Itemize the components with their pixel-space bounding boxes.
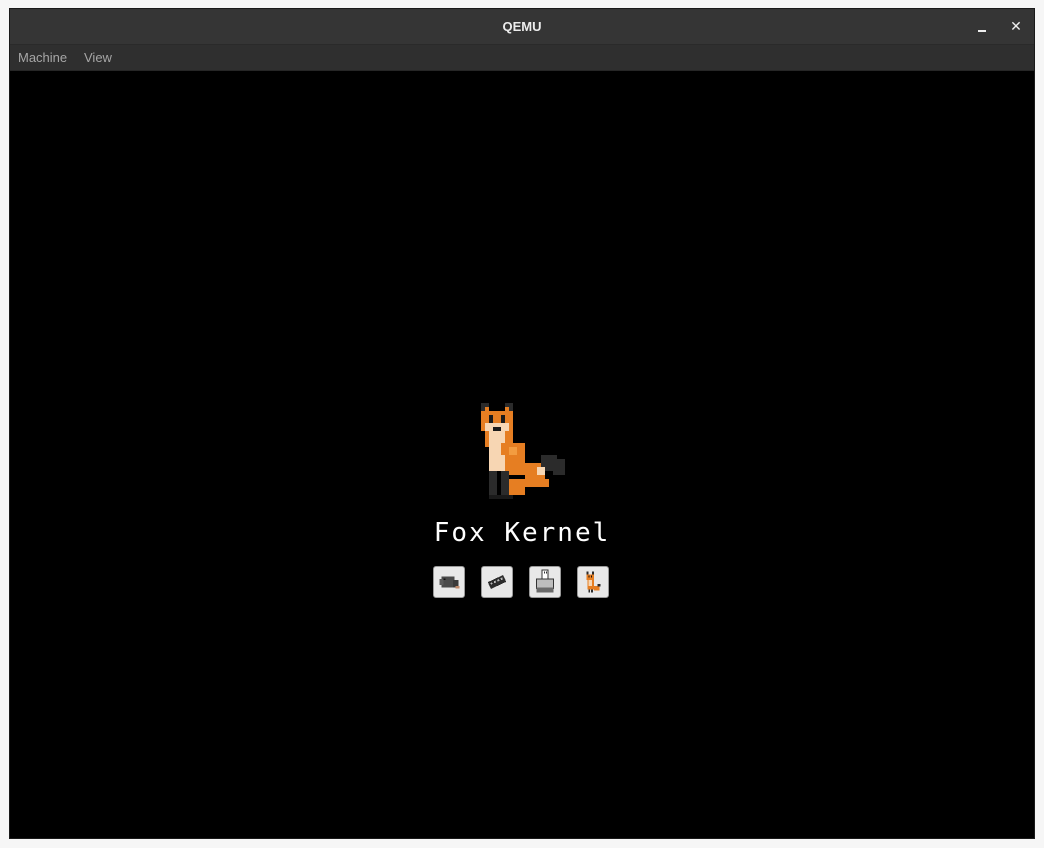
menu-bar: Machine View (10, 45, 1034, 71)
fox-logo-icon (481, 403, 565, 499)
menu-view[interactable]: View (80, 45, 116, 70)
boot-module-fox[interactable] (577, 566, 609, 598)
boot-module-icons (433, 566, 613, 600)
boot-module-chip[interactable] (481, 566, 513, 598)
brand-title: Fox Kernel (433, 518, 611, 548)
vm-display[interactable]: Fox Kernel (10, 71, 1034, 838)
chip-icon (487, 575, 507, 589)
window-title: QEMU (502, 19, 542, 34)
close-button[interactable]: ✕ (1006, 17, 1026, 37)
boot-module-mole[interactable] (433, 566, 465, 598)
fox-icon (586, 571, 601, 593)
minimize-button[interactable] (972, 17, 992, 37)
boot-module-usb[interactable] (529, 566, 561, 598)
menu-machine[interactable]: Machine (14, 45, 71, 70)
mole-icon (439, 576, 460, 589)
usb-icon (536, 569, 554, 593)
title-bar[interactable]: QEMU ✕ (10, 9, 1034, 45)
qemu-window: QEMU ✕ Machine View Fox Kernel (9, 8, 1035, 839)
close-icon: ✕ (1010, 19, 1022, 35)
minimize-icon (978, 30, 986, 32)
